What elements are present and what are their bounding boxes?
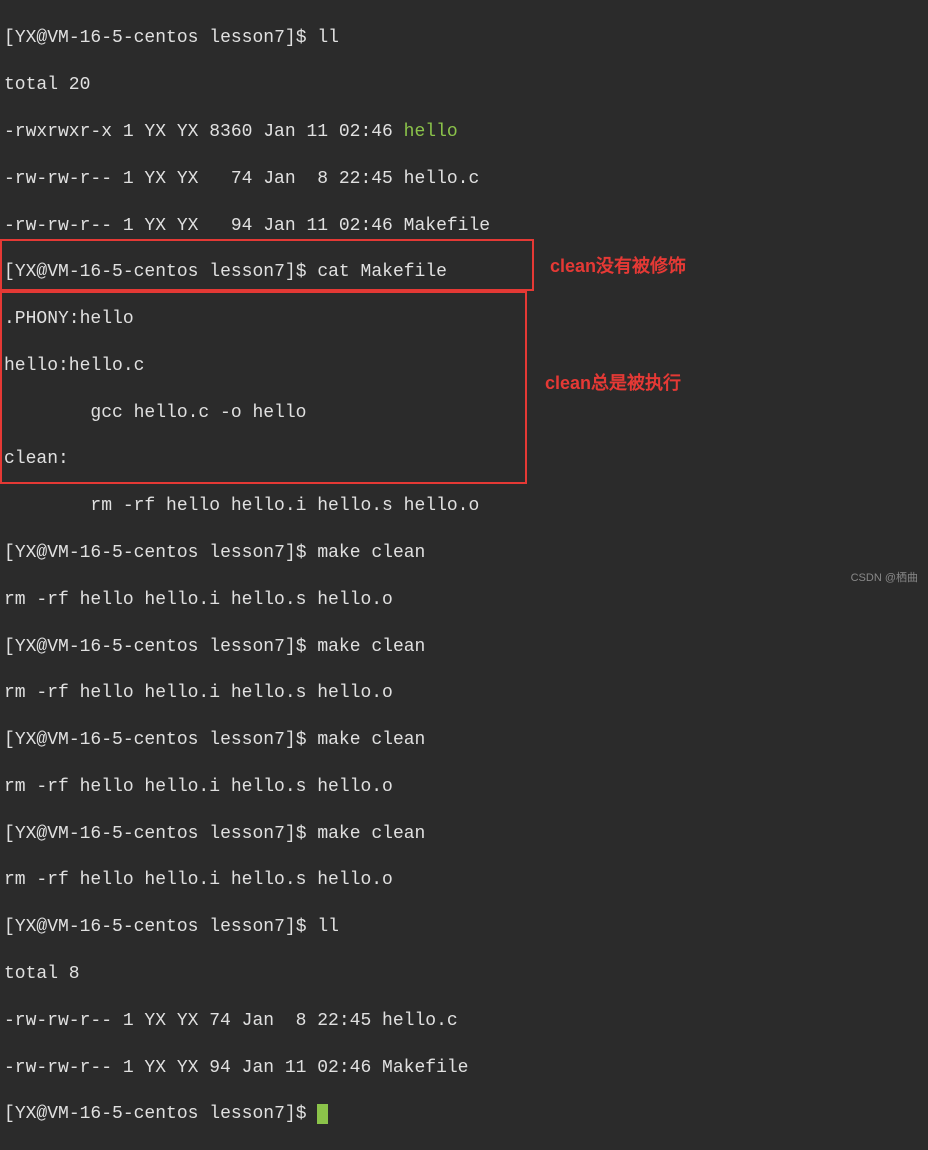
- makefile-line: .PHONY:hello: [4, 308, 924, 331]
- makefile-line: clean:: [4, 448, 924, 471]
- file-entry: -rwxrwxr-x 1 YX YX 8360 Jan 11 02:46 hel…: [4, 121, 924, 144]
- rm-output: rm -rf hello hello.i hello.s hello.o: [4, 869, 924, 892]
- makefile-line: rm -rf hello hello.i hello.s hello.o: [4, 495, 924, 518]
- prompt-line[interactable]: [YX@VM-16-5-centos lesson7]$: [4, 1103, 924, 1126]
- annotation-clean-not-phony: clean没有被修饰: [550, 255, 686, 278]
- command-ll: ll: [317, 28, 339, 48]
- file-entry: -rw-rw-r-- 1 YX YX 74 Jan 8 22:45 hello.…: [4, 1010, 924, 1033]
- prompt-line: [YX@VM-16-5-centos lesson7]$ make clean: [4, 636, 924, 659]
- command-cat: cat Makefile: [317, 262, 447, 282]
- watermark: CSDN @栖曲: [851, 571, 918, 585]
- prompt-line: [YX@VM-16-5-centos lesson7]$ make clean: [4, 729, 924, 752]
- prompt-line: [YX@VM-16-5-centos lesson7]$ ll: [4, 916, 924, 939]
- rm-output: rm -rf hello hello.i hello.s hello.o: [4, 776, 924, 799]
- total-line: total 8: [4, 963, 924, 986]
- file-entry: -rw-rw-r-- 1 YX YX 94 Jan 11 02:46 Makef…: [4, 1057, 924, 1080]
- executable-file: hello: [404, 122, 458, 142]
- annotation-clean-always-runs: clean总是被执行: [545, 372, 681, 395]
- prompt-line: [YX@VM-16-5-centos lesson7]$ make clean: [4, 542, 924, 565]
- command-make-clean: make clean: [317, 730, 425, 750]
- cursor[interactable]: [317, 1104, 328, 1124]
- rm-output: rm -rf hello hello.i hello.s hello.o: [4, 589, 924, 612]
- command-make-clean: make clean: [317, 543, 425, 563]
- prompt-line: [YX@VM-16-5-centos lesson7]$ make clean: [4, 823, 924, 846]
- command-make-clean: make clean: [317, 824, 425, 844]
- makefile-line: gcc hello.c -o hello: [4, 402, 924, 425]
- prompt-line: [YX@VM-16-5-centos lesson7]$ cat Makefil…: [4, 261, 924, 284]
- rm-output: rm -rf hello hello.i hello.s hello.o: [4, 682, 924, 705]
- file-entry: -rw-rw-r-- 1 YX YX 94 Jan 11 02:46 Makef…: [4, 215, 924, 238]
- terminal-output: [YX@VM-16-5-centos lesson7]$ ll total 20…: [4, 4, 924, 1150]
- makefile-line: hello:hello.c: [4, 355, 924, 378]
- total-line: total 20: [4, 74, 924, 97]
- file-entry: -rw-rw-r-- 1 YX YX 74 Jan 8 22:45 hello.…: [4, 168, 924, 191]
- command-ll: ll: [317, 917, 339, 937]
- command-make-clean: make clean: [317, 637, 425, 657]
- prompt-line: [YX@VM-16-5-centos lesson7]$ ll: [4, 27, 924, 50]
